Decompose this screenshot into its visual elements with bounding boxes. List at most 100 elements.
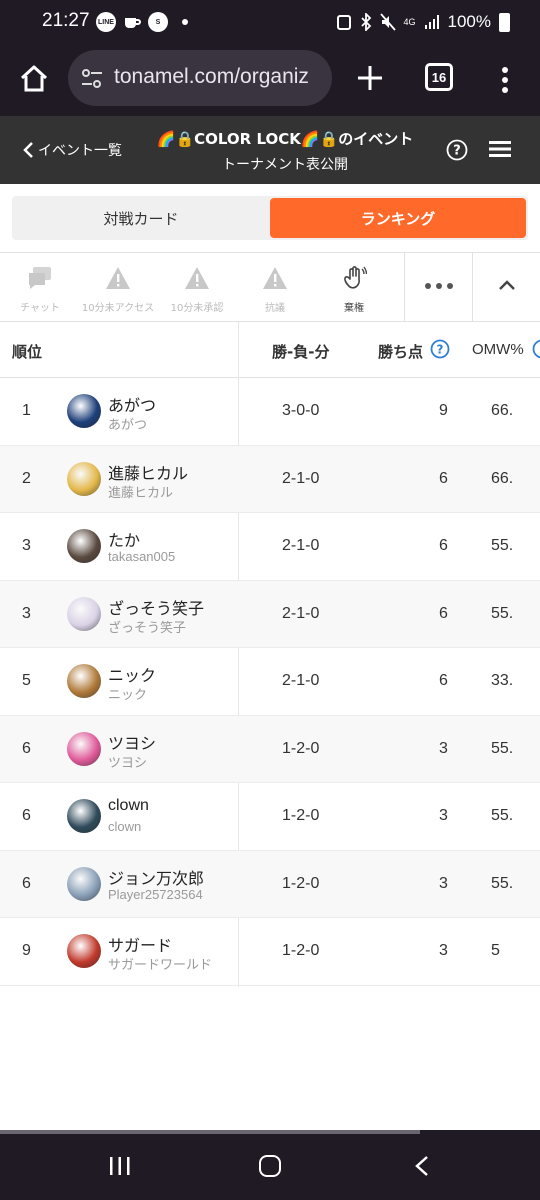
record-cell: 1-2-0 — [282, 807, 320, 824]
points-cell: 6 — [439, 537, 448, 554]
avatar[interactable] — [67, 664, 101, 698]
player-name[interactable]: ツヨシ — [108, 730, 156, 754]
table-row[interactable]: 3 ざっそう笑子 ざっそう笑子 2-1-0 6 55. — [0, 580, 540, 648]
column-omw[interactable]: OMW% — [472, 341, 524, 358]
omw-help-icon[interactable] — [532, 339, 540, 359]
tab-matches[interactable]: 対戦カード — [12, 196, 270, 240]
home-icon[interactable] — [18, 63, 50, 95]
player-id: 進藤ヒカル — [108, 484, 174, 500]
table-row[interactable]: 6 ツヨシ ツヨシ 1-2-0 3 55. — [0, 715, 540, 783]
new-tab-icon[interactable] — [356, 64, 384, 92]
view-tabs: 対戦カード ランキング — [12, 196, 528, 240]
chat-label: チャット — [20, 303, 60, 314]
table-row[interactable]: 6 clown clown 1-2-0 3 55. — [0, 783, 540, 851]
avatar[interactable] — [67, 529, 101, 563]
ranking-table-body: 1 あがつ あがつ 3-0-0 9 66. 2 進藤ヒカル 進藤ヒカル 2-1-0 6 66. 3 たか t… — [0, 378, 540, 986]
forfeit-filter[interactable]: 棄権 — [314, 253, 394, 321]
avatar[interactable] — [67, 461, 101, 496]
avatar[interactable] — [67, 799, 101, 833]
recent-apps-icon[interactable] — [108, 1156, 132, 1176]
points-cell: 6 — [439, 672, 448, 689]
rank-cell: 6 — [22, 874, 31, 892]
omw-cell: 55. — [491, 874, 514, 892]
home-button-icon[interactable] — [259, 1155, 281, 1177]
address-bar[interactable]: tonamel.com/organiz — [68, 50, 332, 106]
player-name[interactable]: ざっそう笑子 — [108, 595, 204, 619]
points-cell: 3 — [439, 874, 448, 892]
avatar[interactable] — [67, 731, 101, 766]
record-cell: 2-1-0 — [282, 537, 320, 554]
back-label: イベント一覧 — [38, 143, 122, 159]
back-icon[interactable] — [414, 1155, 430, 1177]
rank-cell: 3 — [22, 537, 31, 554]
omw-cell: 55. — [491, 604, 514, 622]
unapproved-label: 10分未承認 — [170, 303, 224, 314]
url-text: tonamel.com/organiz — [114, 65, 309, 88]
table-row[interactable]: 5 ニック ニック 2-1-0 6 33. — [0, 648, 540, 716]
avatar[interactable] — [67, 866, 101, 901]
points-help-icon[interactable]: ? — [430, 339, 450, 359]
points-cell: 3 — [439, 807, 448, 824]
chevron-left-icon — [23, 142, 33, 158]
player-name[interactable]: clown — [108, 797, 149, 815]
tab-ranking[interactable]: ランキング — [270, 198, 526, 238]
warning-icon — [106, 267, 130, 289]
record-cell: 1-2-0 — [282, 942, 320, 959]
protest-label: 抗議 — [265, 303, 285, 314]
status-bar: 21:27 LINE S 4G 100% — [0, 0, 540, 46]
chevron-up-icon[interactable] — [498, 279, 516, 291]
player-id: clown — [108, 819, 142, 834]
column-rank[interactable]: 順位 — [12, 341, 42, 362]
table-row[interactable]: 9 サガード サガードワールド 1-2-0 3 5 — [0, 918, 540, 986]
protest-filter[interactable]: 抗議 — [235, 253, 315, 321]
player-name[interactable]: ニック — [108, 662, 156, 686]
help-icon[interactable]: ? — [446, 139, 468, 161]
forfeit-label: 棄権 — [344, 303, 364, 314]
tab-switcher-button[interactable]: 16 — [425, 63, 453, 91]
omw-cell: 55. — [491, 537, 514, 554]
record-cell: 1-2-0 — [282, 874, 320, 892]
more-horizontal-icon[interactable] — [424, 282, 454, 290]
network-label: 4G — [403, 17, 416, 27]
event-subtitle: トーナメント表公開 — [222, 157, 348, 173]
back-to-events-link[interactable]: イベント一覧 — [22, 140, 122, 160]
player-name[interactable]: たか — [108, 527, 140, 551]
rank-cell: 6 — [22, 739, 31, 757]
s-app-icon: S — [148, 12, 168, 32]
player-id: サガードワールド — [108, 957, 213, 972]
column-points[interactable]: 勝ち点 — [378, 341, 423, 362]
browser-menu-icon[interactable] — [500, 66, 510, 94]
chat-filter[interactable]: チャット — [0, 253, 80, 321]
line-app-icon: LINE — [96, 12, 116, 32]
points-cell: 3 — [439, 739, 448, 757]
player-id: ニック — [108, 687, 148, 702]
player-name[interactable]: サガード — [108, 932, 172, 956]
site-settings-icon[interactable] — [80, 68, 104, 90]
player-id: ざっそう笑子 — [108, 619, 187, 635]
player-name[interactable]: ジョン万次郎 — [108, 865, 204, 889]
no-access-filter[interactable]: 10分未アクセス — [78, 253, 158, 321]
unapproved-filter[interactable]: 10分未承認 — [157, 253, 237, 321]
table-row[interactable]: 3 たか takasan005 2-1-0 6 55. — [0, 513, 540, 581]
filter-toolbar: チャット 10分未アクセス 10分未承認 抗議 棄権 — [0, 252, 540, 322]
avatar[interactable] — [67, 934, 101, 968]
hamburger-menu-icon[interactable] — [489, 140, 511, 158]
svg-text:?: ? — [453, 144, 461, 159]
column-record[interactable]: 勝-負-分 — [272, 341, 329, 362]
omw-cell: 55. — [491, 807, 514, 824]
table-row[interactable]: 2 進藤ヒカル 進藤ヒカル 2-1-0 6 66. — [0, 445, 540, 513]
avatar[interactable] — [67, 596, 101, 631]
cup-icon — [125, 18, 141, 28]
avatar[interactable] — [67, 394, 101, 428]
notification-icons: LINE S — [96, 12, 188, 32]
table-row[interactable]: 1 あがつ あがつ 3-0-0 9 66. — [0, 378, 540, 446]
toolbar-divider — [404, 253, 405, 321]
player-name[interactable]: あがつ — [108, 392, 156, 416]
table-row[interactable]: 6 ジョン万次郎 Player25723564 1-2-0 3 55. — [0, 850, 540, 918]
player-id: takasan005 — [108, 549, 176, 564]
player-id: あがつ — [108, 417, 148, 432]
player-name[interactable]: 進藤ヒカル — [108, 460, 188, 484]
record-cell: 3-0-0 — [282, 402, 320, 419]
no-access-label: 10分未アクセス — [81, 303, 155, 314]
record-cell: 2-1-0 — [282, 469, 320, 487]
